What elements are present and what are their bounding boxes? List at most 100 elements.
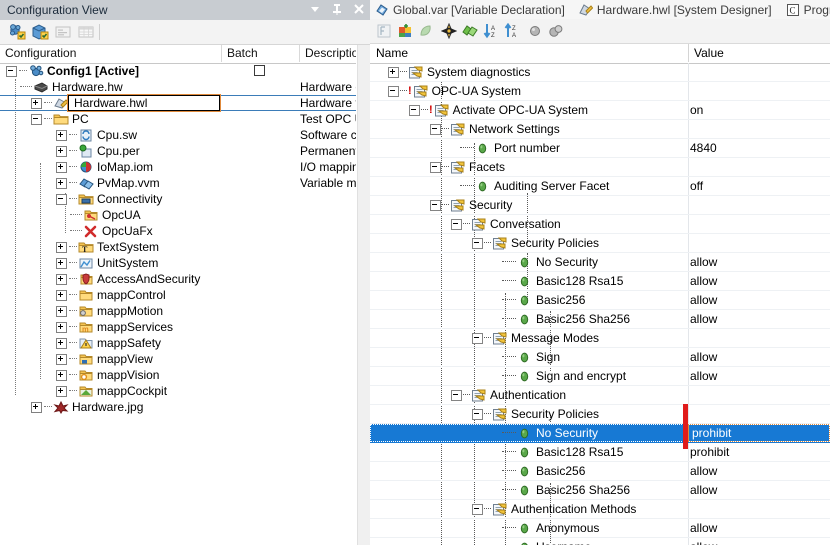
parameter-value-cell[interactable]: allow	[690, 348, 717, 366]
expander-collapse-icon[interactable]	[388, 85, 399, 97]
expander-collapse-icon[interactable]	[430, 123, 441, 135]
table-row[interactable]: Anonymous allow	[370, 519, 830, 538]
table-row[interactable]: Security Policies	[370, 234, 830, 253]
parameter-value-cell[interactable]: prohibit	[692, 424, 731, 442]
sort-descending-icon[interactable]: ZA	[504, 22, 520, 39]
column-header-batch[interactable]: Batch	[222, 45, 300, 62]
table-row[interactable]: Basic128 Rsa15 prohibit	[370, 443, 830, 462]
table-row[interactable]: AccessAndSecurity	[0, 271, 356, 287]
table-row[interactable]: UnitSystem	[0, 255, 356, 271]
sort-ascending-icon[interactable]: AZ	[483, 23, 499, 39]
table-row[interactable]: mappCockpit	[0, 383, 356, 399]
parameter-value-cell[interactable]: off	[690, 177, 703, 195]
expander-expand-icon[interactable]	[56, 369, 67, 381]
package-icon[interactable]	[31, 23, 49, 41]
table-row[interactable]: Security	[370, 196, 830, 215]
show-hidden-icon[interactable]	[527, 23, 543, 39]
expander-collapse-icon[interactable]	[451, 218, 462, 230]
compare-icon[interactable]	[462, 23, 478, 39]
table-row-selected[interactable]: No Security prohibit	[370, 424, 830, 443]
expander-expand-icon[interactable]	[56, 321, 67, 333]
table-row[interactable]: Username allow	[370, 538, 830, 545]
table-row[interactable]: Cpu.per Permanent	[0, 143, 356, 159]
insert-element-icon[interactable]	[376, 23, 392, 39]
expander-collapse-icon[interactable]	[472, 332, 483, 344]
parameter-value-cell[interactable]: allow	[690, 367, 717, 385]
parameter-value-cell[interactable]: allow	[690, 538, 717, 545]
table-row[interactable]: Basic256 Sha256 allow	[370, 310, 830, 329]
expander-collapse-icon[interactable]	[31, 113, 42, 125]
navigate-icon[interactable]	[440, 22, 458, 40]
expander-expand-icon[interactable]	[56, 177, 67, 189]
parameter-value-cell[interactable]: 4840	[690, 139, 717, 157]
dropdown-menu-icon[interactable]	[308, 2, 322, 16]
expander-expand-icon[interactable]	[31, 401, 42, 413]
table-row[interactable]: Sign allow	[370, 348, 830, 367]
table-row[interactable]: Basic256 Sha256 allow	[370, 481, 830, 500]
leaf-icon[interactable]	[418, 23, 434, 39]
table-row[interactable]: mappMotion	[0, 303, 356, 319]
expander-expand-icon[interactable]	[388, 66, 399, 78]
table-row[interactable]: mappSafety	[0, 335, 356, 351]
table-row[interactable]: Facets	[370, 158, 830, 177]
table-row[interactable]: System diagnostics	[370, 63, 830, 82]
table-row[interactable]: PvMap.vvm Variable ma	[0, 175, 356, 191]
parameter-value-cell[interactable]: on	[690, 101, 703, 119]
expander-expand-icon[interactable]	[56, 305, 67, 317]
table-row[interactable]: ! Activate OPC-UA System on	[370, 101, 830, 120]
table-row[interactable]: Network Settings	[370, 120, 830, 139]
table-row[interactable]: T TextSystem	[0, 239, 356, 255]
parameter-value-cell[interactable]: allow	[690, 291, 717, 309]
expander-collapse-icon[interactable]	[472, 408, 483, 420]
table-row[interactable]: Message Modes	[370, 329, 830, 348]
column-header-configuration[interactable]: Configuration	[0, 45, 222, 62]
table-row[interactable]: No Security allow	[370, 253, 830, 272]
table-row[interactable]: IoMap.iom I/O mapping	[0, 159, 356, 175]
expander-collapse-icon[interactable]	[6, 65, 17, 77]
table-row[interactable]: Authentication	[370, 386, 830, 405]
column-header-description[interactable]: Description	[300, 45, 356, 62]
table-row[interactable]: Basic256 allow	[370, 291, 830, 310]
table-row[interactable]: m mappServices	[0, 319, 356, 335]
close-icon[interactable]	[352, 2, 366, 16]
properties-icon[interactable]	[54, 23, 72, 41]
expander-expand-icon[interactable]	[31, 97, 42, 109]
tab-global-var[interactable]: Global.var [Variable Declaration]	[370, 0, 570, 19]
table-row[interactable]: mappView	[0, 351, 356, 367]
table-row[interactable]: Conversation	[370, 215, 830, 234]
table-row[interactable]: Cpu.sw Software co	[0, 127, 356, 143]
parameter-value-cell[interactable]: allow	[690, 310, 717, 328]
parameter-value-cell[interactable]: allow	[690, 519, 717, 537]
table-row-selected[interactable]: Hardware.hwl Hardware t	[0, 94, 356, 112]
table-row[interactable]: OpcUA	[0, 207, 356, 223]
left-panel-scrollbar[interactable]	[357, 45, 371, 545]
show-all-icon[interactable]	[548, 23, 564, 39]
parameter-value-cell[interactable]: allow	[690, 272, 717, 290]
expander-collapse-icon[interactable]	[430, 199, 441, 211]
parameter-value-cell[interactable]: allow	[690, 481, 717, 499]
parameter-value-cell[interactable]: allow	[690, 253, 717, 271]
configuration-tree-grid[interactable]: Configuration Batch Description	[0, 45, 356, 545]
expander-collapse-icon[interactable]	[56, 193, 67, 205]
expander-expand-icon[interactable]	[56, 273, 67, 285]
pin-icon[interactable]	[330, 2, 344, 16]
expander-collapse-icon[interactable]	[409, 104, 420, 116]
configuration-icon[interactable]	[8, 23, 26, 41]
table-row[interactable]: Hardware.hw Hardware c	[0, 79, 356, 95]
table-row[interactable]: Connectivity	[0, 191, 356, 207]
expander-expand-icon[interactable]	[56, 145, 67, 157]
table-row[interactable]: Hardware.jpg	[0, 399, 356, 415]
parameter-value-cell[interactable]: allow	[690, 462, 717, 480]
expander-collapse-icon[interactable]	[451, 389, 462, 401]
table-row[interactable]: mappVision	[0, 367, 356, 383]
add-object-icon[interactable]	[397, 23, 413, 39]
expander-expand-icon[interactable]	[56, 241, 67, 253]
table-row[interactable]: Auditing Server Facet off	[370, 177, 830, 196]
expander-expand-icon[interactable]	[56, 337, 67, 349]
expander-expand-icon[interactable]	[56, 289, 67, 301]
expander-expand-icon[interactable]	[56, 385, 67, 397]
tab-hardware-hwl[interactable]: Hardware.hwl [System Designer]	[574, 0, 777, 19]
batch-checkbox[interactable]	[254, 65, 265, 76]
table-row[interactable]: Authentication Methods	[370, 500, 830, 519]
table-row[interactable]: Sign and encrypt allow	[370, 367, 830, 386]
